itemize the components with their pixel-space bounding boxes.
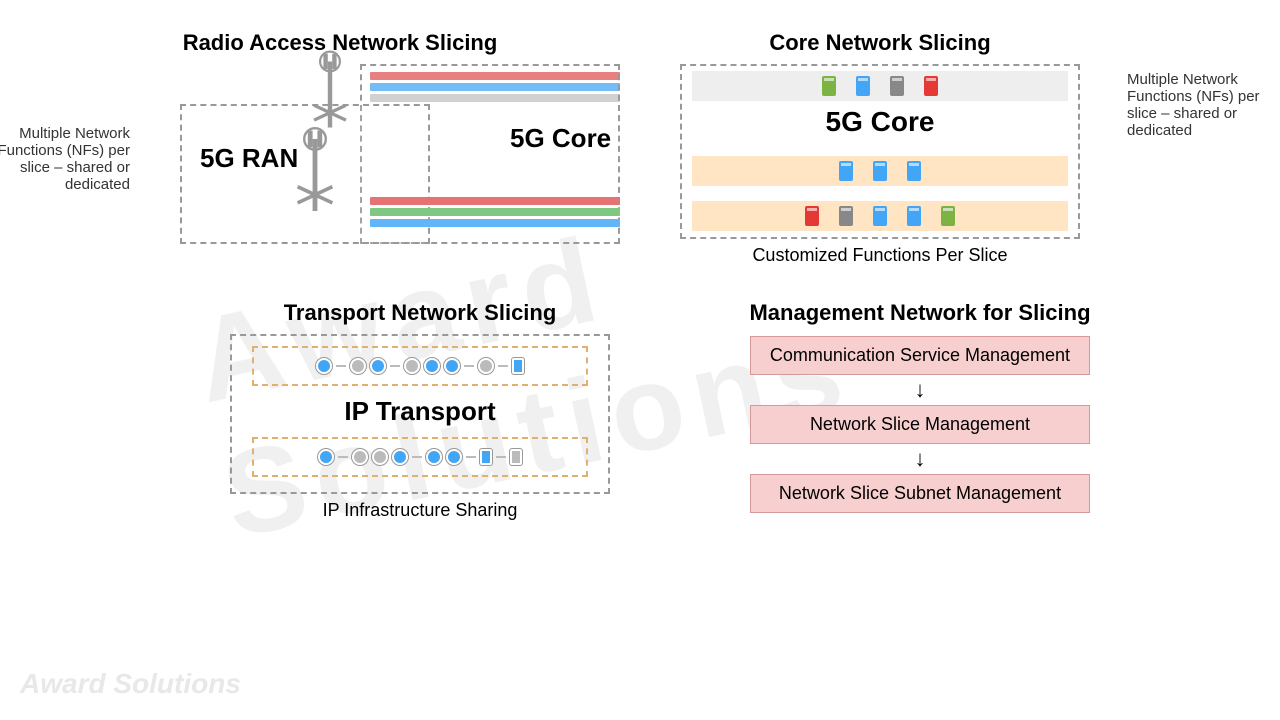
transport-caption: IP Infrastructure Sharing	[230, 500, 610, 521]
router-icon	[478, 358, 494, 374]
router-icon	[316, 358, 332, 374]
server-icon	[941, 206, 955, 226]
cell-tower-icon	[308, 51, 352, 128]
transport-slice-row-1	[252, 346, 588, 386]
ran-side-note: Multiple Network Functions (NFs) per sli…	[0, 125, 130, 193]
ran-diagram: 5G RAN 5G Core	[180, 64, 620, 244]
router-icon	[370, 358, 386, 374]
management-section: Management Network for Slicing Communica…	[680, 300, 1160, 513]
router-icon	[392, 449, 408, 465]
core-title: Core Network Slicing	[660, 30, 1100, 56]
core-slice-row-2	[692, 156, 1068, 186]
server-icon	[907, 206, 921, 226]
server-icon	[890, 76, 904, 96]
ran-label-5gran: 5G RAN	[200, 144, 298, 173]
watermark-logo: Award Solutions	[20, 668, 241, 700]
router-icon	[350, 358, 366, 374]
switch-icon	[480, 449, 492, 465]
mgmt-box-csm: Communication Service Management	[750, 336, 1090, 375]
switch-icon	[512, 358, 524, 374]
cell-tower-icon	[291, 127, 339, 211]
server-icon	[873, 206, 887, 226]
router-icon	[424, 358, 440, 374]
server-icon	[856, 76, 870, 96]
transport-label: IP Transport	[252, 396, 588, 427]
router-icon	[318, 449, 334, 465]
transport-slice-row-2	[252, 437, 588, 477]
core-diagram: 5G Core Multiple Network Functions (NFs)…	[680, 64, 1080, 239]
server-icon	[839, 206, 853, 226]
core-caption: Customized Functions Per Slice	[660, 245, 1100, 266]
router-icon	[352, 449, 368, 465]
switch-icon	[510, 449, 522, 465]
core-side-note: Multiple Network Functions (NFs) per sli…	[1127, 71, 1277, 139]
server-icon	[907, 161, 921, 181]
mgmt-box-nssm: Network Slice Subnet Management	[750, 474, 1090, 513]
server-icon	[924, 76, 938, 96]
transport-title: Transport Network Slicing	[230, 300, 610, 326]
router-icon	[426, 449, 442, 465]
core-slice-row-1	[692, 71, 1068, 101]
server-icon	[873, 161, 887, 181]
management-title: Management Network for Slicing	[680, 300, 1160, 326]
router-icon	[404, 358, 420, 374]
arrow-down-icon: ↓	[680, 379, 1160, 401]
mgmt-box-nsm: Network Slice Management	[750, 405, 1090, 444]
router-icon	[446, 449, 462, 465]
ran-section: Radio Access Network Slicing Multiple Ne…	[60, 30, 620, 244]
arrow-down-icon: ↓	[680, 448, 1160, 470]
core-slice-row-3	[692, 201, 1068, 231]
core-section: Core Network Slicing 5G Core Mult	[660, 30, 1260, 266]
server-icon	[805, 206, 819, 226]
router-icon	[372, 449, 388, 465]
server-icon	[822, 76, 836, 96]
ran-slice-bars-bottom	[370, 194, 620, 230]
ran-label-5gcore: 5G Core	[510, 124, 611, 153]
core-label: 5G Core	[682, 106, 1078, 138]
transport-section: Transport Network Slicing IP Transport	[180, 300, 660, 521]
router-icon	[444, 358, 460, 374]
server-icon	[839, 161, 853, 181]
transport-diagram: IP Transport	[230, 334, 610, 494]
